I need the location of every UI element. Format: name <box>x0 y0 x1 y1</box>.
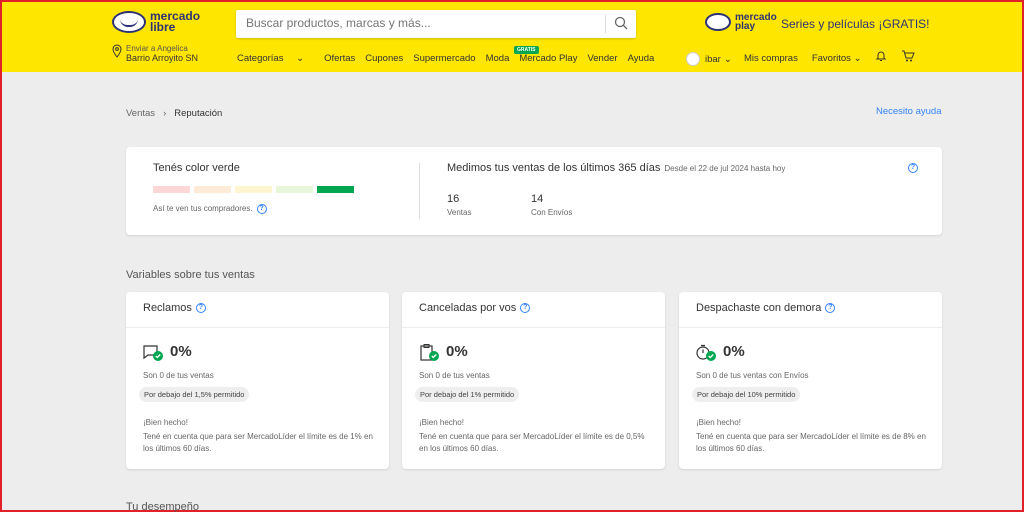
shipments-label: Con Envíos <box>531 208 573 217</box>
delayed-card: Despachaste con demora? 0% Son 0 de tus … <box>679 292 942 469</box>
chevron-right-icon: › <box>163 108 167 119</box>
play-logo-line2: play <box>735 21 756 32</box>
clipboard-check-icon <box>420 344 439 361</box>
bell-icon[interactable] <box>875 50 887 62</box>
thermometer-level-5 <box>317 186 354 193</box>
search-input[interactable] <box>246 16 596 30</box>
user-menu[interactable]: ibar ⌄ <box>686 52 732 66</box>
stopwatch-check-icon <box>696 344 716 361</box>
help-icon[interactable]: ? <box>195 303 206 314</box>
location-label: Enviar a Angelica <box>126 44 188 53</box>
card-title: Despachaste con demora? <box>696 302 836 314</box>
favorites-menu[interactable]: Favoritos ⌄ <box>812 53 862 64</box>
divider <box>419 163 420 219</box>
avatar <box>686 52 700 66</box>
card-title: Canceladas por vos? <box>419 302 531 314</box>
divider <box>679 327 942 328</box>
card-subtitle: Son 0 de tus ventas <box>143 371 214 380</box>
divider <box>402 327 665 328</box>
cart-icon[interactable] <box>901 50 915 62</box>
reputation-subtitle: Así te ven tus compradores.? <box>153 204 267 214</box>
nav-mercado-play[interactable]: Mercado Play <box>519 53 577 64</box>
card-note: Tené en cuenta que para ser MercadoLíder… <box>419 432 645 453</box>
help-icon[interactable]: ? <box>825 303 836 314</box>
success-message: ¡Bien hecho! <box>696 418 741 427</box>
nav-moda[interactable]: Moda <box>486 53 510 64</box>
search-box <box>236 10 636 38</box>
header: mercado libre mercado play Series y pelí… <box>2 2 1022 72</box>
handshake-icon <box>112 11 146 33</box>
card-note: Tené en cuenta que para ser MercadoLíder… <box>696 432 926 453</box>
status-badge: Por debajo del 10% permitido <box>692 387 801 402</box>
nav-vender[interactable]: Vender <box>587 53 617 64</box>
shipments-count: 14 <box>531 193 544 205</box>
card-title: Reclamos? <box>143 302 206 314</box>
sales-label: Ventas <box>447 208 472 217</box>
search-divider <box>605 15 606 33</box>
claims-card: Reclamos? 0% Son 0 de tus ventas Por deb… <box>126 292 389 469</box>
sales-count: 16 <box>447 193 460 205</box>
percentage: 0% <box>446 343 468 360</box>
nav-ayuda[interactable]: Ayuda <box>628 53 655 64</box>
mercado-play-logo[interactable]: mercado play <box>705 13 777 32</box>
sales-stat: 16 Ventas <box>447 193 471 217</box>
divider <box>126 327 389 328</box>
thermometer-level-4 <box>276 186 313 193</box>
chevron-down-icon: ⌄ <box>853 53 862 64</box>
location-pin-icon <box>112 44 122 58</box>
help-icon[interactable]: ? <box>256 204 267 214</box>
cancelled-card: Canceladas por vos? 0% Son 0 de tus vent… <box>402 292 665 469</box>
main-nav: Categorías ⌄ Ofertas Cupones Supermercad… <box>237 53 664 64</box>
nav-supermercado[interactable]: Supermercado <box>413 53 475 64</box>
percentage: 0% <box>170 343 192 360</box>
breadcrumb: Ventas › Reputación <box>126 108 222 119</box>
status-badge: Por debajo del 1% permitido <box>415 387 520 402</box>
sales-period-title: Medimos tus ventas de los últimos 365 dí… <box>447 162 786 174</box>
card-note: Tené en cuenta que para ser MercadoLíder… <box>143 432 373 453</box>
nav-ofertas[interactable]: Ofertas <box>324 53 355 64</box>
card-subtitle: Son 0 de tus ventas con Envíos <box>696 371 809 380</box>
help-icon[interactable]: ? <box>520 303 531 314</box>
breadcrumb-current: Reputación <box>174 108 223 119</box>
location-selector[interactable]: Enviar a Angelica Barrio Arroyito SN <box>112 44 198 63</box>
location-address: Barrio Arroyito SN <box>126 53 199 63</box>
chat-check-icon <box>143 345 163 361</box>
breadcrumb-ventas[interactable]: Ventas <box>126 108 155 119</box>
variables-section-title: Variables sobre tus ventas <box>126 269 255 281</box>
handshake-icon <box>705 13 731 31</box>
nav-cupones[interactable]: Cupones <box>365 53 403 64</box>
search-icon[interactable] <box>614 16 628 30</box>
percentage: 0% <box>723 343 745 360</box>
chevron-down-icon: ⌄ <box>296 53 305 64</box>
reputation-title: Tenés color verde <box>153 162 240 174</box>
card-subtitle: Son 0 de tus ventas <box>419 371 490 380</box>
gratis-badge: GRATIS <box>514 46 539 54</box>
reputation-card: Tenés color verde Así te ven tus comprad… <box>126 147 942 235</box>
performance-section-title: Tu desempeño <box>126 501 199 512</box>
my-purchases-link[interactable]: Mis compras <box>744 53 798 64</box>
help-link[interactable]: Necesito ayuda <box>876 106 941 117</box>
thermometer-level-3 <box>235 186 272 193</box>
thermometer-level-1 <box>153 186 190 193</box>
nav-categorias[interactable]: Categorías ⌄ <box>237 53 314 64</box>
user-name: ibar <box>705 53 721 65</box>
help-icon[interactable]: ? <box>908 163 918 173</box>
account-nav: Mis compras Favoritos ⌄ <box>744 53 862 64</box>
mercadolibre-logo[interactable]: mercado libre <box>112 10 206 34</box>
chevron-down-icon: ⌄ <box>723 53 732 65</box>
success-message: ¡Bien hecho! <box>419 418 464 427</box>
promo-text[interactable]: Series y películas ¡GRATIS! <box>781 17 930 31</box>
reputation-thermometer <box>153 186 354 193</box>
status-badge: Por debajo del 1,5% permitido <box>139 387 250 402</box>
thermometer-level-2 <box>194 186 231 193</box>
shipments-stat: 14 Con Envíos <box>531 193 572 217</box>
sales-period-date: Desde el 22 de jul 2024 hasta hoy <box>664 164 786 173</box>
success-message: ¡Bien hecho! <box>143 418 188 427</box>
logo-line2: libre <box>150 20 176 34</box>
